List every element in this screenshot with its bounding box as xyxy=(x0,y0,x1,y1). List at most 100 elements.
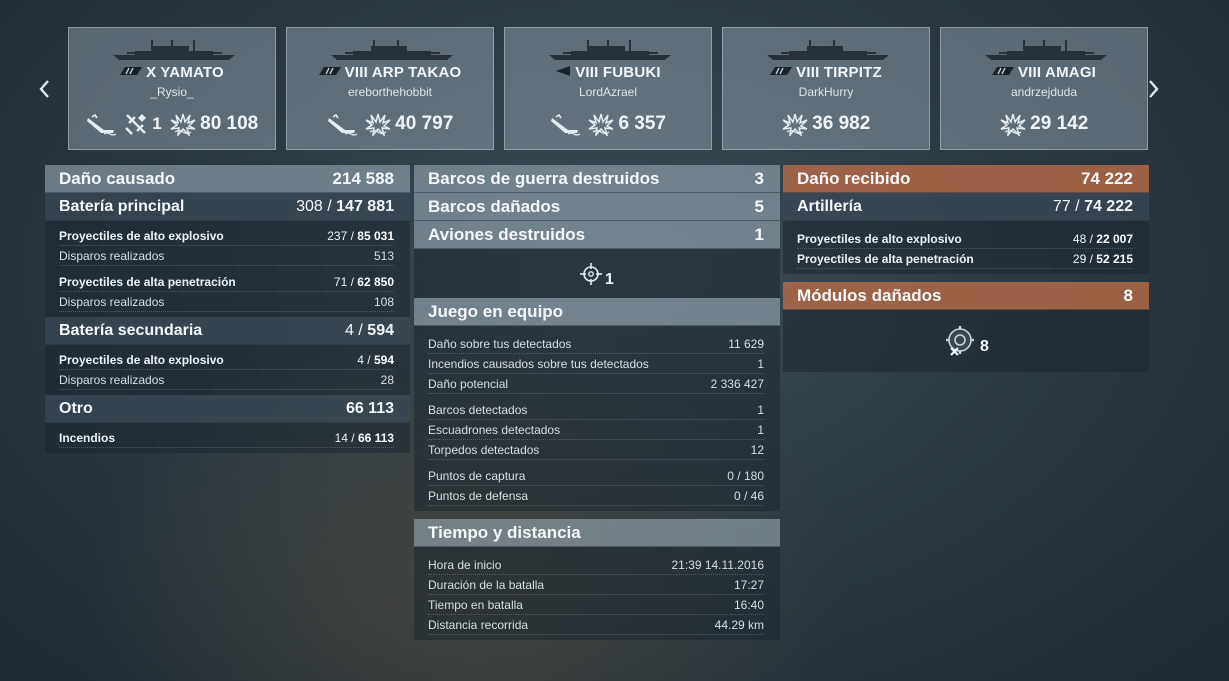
stat-value: 0 / 180 xyxy=(727,468,764,483)
ship-silhouette-icon xyxy=(113,40,235,62)
stat-value: 108 xyxy=(373,294,394,309)
ship-card[interactable]: VIII FUBUKI LordAzrael 6 357 xyxy=(504,27,712,150)
stat-row: Daño potencial 2 336 427 xyxy=(428,374,764,394)
badge xyxy=(550,112,581,136)
ship-badges: 40 797 xyxy=(287,112,493,138)
stat-value: 17:27 xyxy=(733,577,764,592)
teamwork-rows: Daño sobre tus detectados 11 629 Incendios… xyxy=(414,326,780,511)
plane-shot-icon xyxy=(124,114,148,135)
stat-value: 1 xyxy=(757,402,764,417)
ships-damaged-header: Barcos dañados 5 xyxy=(414,193,780,221)
stat-row: Daño sobre tus detectados 11 629 xyxy=(428,334,764,354)
sunk-ship-icon xyxy=(550,113,581,136)
ships-destroyed-label: Barcos de guerra destruidos xyxy=(428,168,660,188)
secondary-battery-value: 4 / 594 xyxy=(345,321,394,339)
stat-label: Hora de inicio xyxy=(428,557,502,572)
chevron-left-icon[interactable] xyxy=(35,78,55,100)
ship-name-text: VIII FUBUKI xyxy=(575,64,661,81)
player-name: DarkHurry xyxy=(798,85,854,99)
stat-row: Torpedos detectados 12 xyxy=(428,440,764,460)
stat-row: Proyectiles de alta penetración 29 / 52 2… xyxy=(797,249,1133,269)
crosshair-icon xyxy=(580,262,603,285)
battleship-class-icon xyxy=(120,66,143,79)
ship-name: VIII AMAGI xyxy=(941,64,1147,81)
stat-value: 44.29 km xyxy=(714,617,764,632)
badge: 6 357 xyxy=(588,112,666,138)
ship-name-text: VIII ARP TAKAO xyxy=(344,64,462,81)
ship-name-text: X YAMATO xyxy=(146,64,224,81)
stat-row: Proyectiles de alto explosivo 237 / 85 03… xyxy=(59,226,394,246)
planes-destroyed-header: Aviones destruidos 1 xyxy=(414,221,780,249)
stat-row: Barcos detectados 1 xyxy=(428,400,764,420)
other-rows: Incendios 14 / 66 113 xyxy=(45,423,410,453)
stat-row: Escuadrones detectados 1 xyxy=(428,420,764,440)
modules-icon-area: 8 xyxy=(783,310,1149,372)
ship-card[interactable]: X YAMATO _Rysio_ 1 80 108 xyxy=(68,27,276,150)
stat-value: 0 / 46 xyxy=(733,488,764,503)
stat-row: Duración de la batalla 17:27 xyxy=(428,575,764,595)
ship-card[interactable]: VIII TIRPITZ DarkHurry 36 982 xyxy=(722,27,930,150)
badge-value: 6 357 xyxy=(618,113,666,134)
ship-badges: 6 357 xyxy=(505,112,711,138)
stat-row: Proyectiles de alta penetración 71 / 62 8… xyxy=(59,272,394,292)
planes-destroyed-label: Aviones destruidos xyxy=(428,224,586,244)
stat-row: Disparos realizados 513 xyxy=(59,246,394,266)
stat-value: 14 / 66 113 xyxy=(334,430,394,445)
stat-label: Proyectiles de alto explosivo xyxy=(797,231,962,246)
ship-name-text: VIII AMAGI xyxy=(1017,64,1097,81)
main-battery-value: 308 / 147 881 xyxy=(296,197,394,215)
damage-dealt-value: 214 588 xyxy=(332,168,394,188)
ship-card[interactable]: VIII AMAGI andrzejduda 29 142 xyxy=(940,27,1148,150)
damage-burst-icon xyxy=(782,113,808,138)
modules-label: Módulos dañados xyxy=(797,285,942,305)
badge: 1 xyxy=(124,112,162,136)
stat-label: Disparos realizados xyxy=(59,248,165,263)
ship-badges: 36 982 xyxy=(723,112,929,138)
secondary-battery-header: Batería secundaria 4 / 594 xyxy=(45,317,410,345)
planes-destroyed-value: 1 xyxy=(754,224,764,244)
ship-silhouette-icon xyxy=(767,40,889,62)
stat-label: Disparos realizados xyxy=(59,372,165,387)
badge: 80 108 xyxy=(170,112,259,138)
stat-value: 71 / 62 850 xyxy=(333,274,394,289)
ships-destroyed-value: 3 xyxy=(754,168,764,188)
stat-label: Incendios causados sobre tus detectados xyxy=(428,356,649,371)
damage-burst-icon xyxy=(588,113,614,138)
cruiser-class-icon xyxy=(318,66,341,79)
battleship-class-icon xyxy=(770,66,793,79)
player-name: LordAzrael xyxy=(578,85,638,99)
ship-name: X YAMATO xyxy=(69,64,275,81)
secondary-battery-rows: Proyectiles de alto explosivo 4 / 594 Disp… xyxy=(45,345,410,395)
artillery-label: Artillería xyxy=(797,197,862,215)
player-name: ereborthehobbit xyxy=(347,85,433,99)
teamwork-header: Juego en equipo xyxy=(414,298,780,326)
ship-name-text: VIII TIRPITZ xyxy=(796,64,882,81)
damage-burst-icon xyxy=(365,113,391,138)
stat-label: Puntos de captura xyxy=(428,468,526,483)
other-header: Otro 66 113 xyxy=(45,395,410,423)
player-name: _Rysio_ xyxy=(150,85,194,99)
stat-value: 2 336 427 xyxy=(710,376,764,391)
ship-silhouette-icon xyxy=(331,40,453,62)
ship-silhouette-icon xyxy=(985,40,1107,62)
stat-label: Barcos detectados xyxy=(428,402,528,417)
ship-card[interactable]: VIII ARP TAKAO ereborthehobbit 40 797 xyxy=(286,27,494,150)
stat-label: Puntos de defensa xyxy=(428,488,529,503)
stat-label: Escuadrones detectados xyxy=(428,422,561,437)
planes-icon-count: 1 xyxy=(605,270,614,288)
stat-label: Daño sobre tus detectados xyxy=(428,336,572,351)
secondary-battery-label: Batería secundaria xyxy=(59,321,203,339)
stat-row: Incendios causados sobre tus detectados 1 xyxy=(428,354,764,374)
damage-received-label: Daño recibido xyxy=(797,168,911,188)
stat-label: Incendios xyxy=(59,430,116,445)
stat-row: Distancia recorrida 44.29 km xyxy=(428,615,764,635)
teamwork-label: Juego en equipo xyxy=(428,301,564,321)
main-battery-header: Batería principal 308 / 147 881 xyxy=(45,193,410,221)
stat-row: Disparos realizados 108 xyxy=(59,292,394,312)
badge-value: 80 108 xyxy=(200,113,259,134)
other-label: Otro xyxy=(59,399,93,417)
stat-value: 1 xyxy=(757,422,764,437)
damage-dealt-header: Daño causado 214 588 xyxy=(45,165,410,193)
badge xyxy=(86,112,117,136)
stat-row: Proyectiles de alto explosivo 48 / 22 007 xyxy=(797,229,1133,249)
